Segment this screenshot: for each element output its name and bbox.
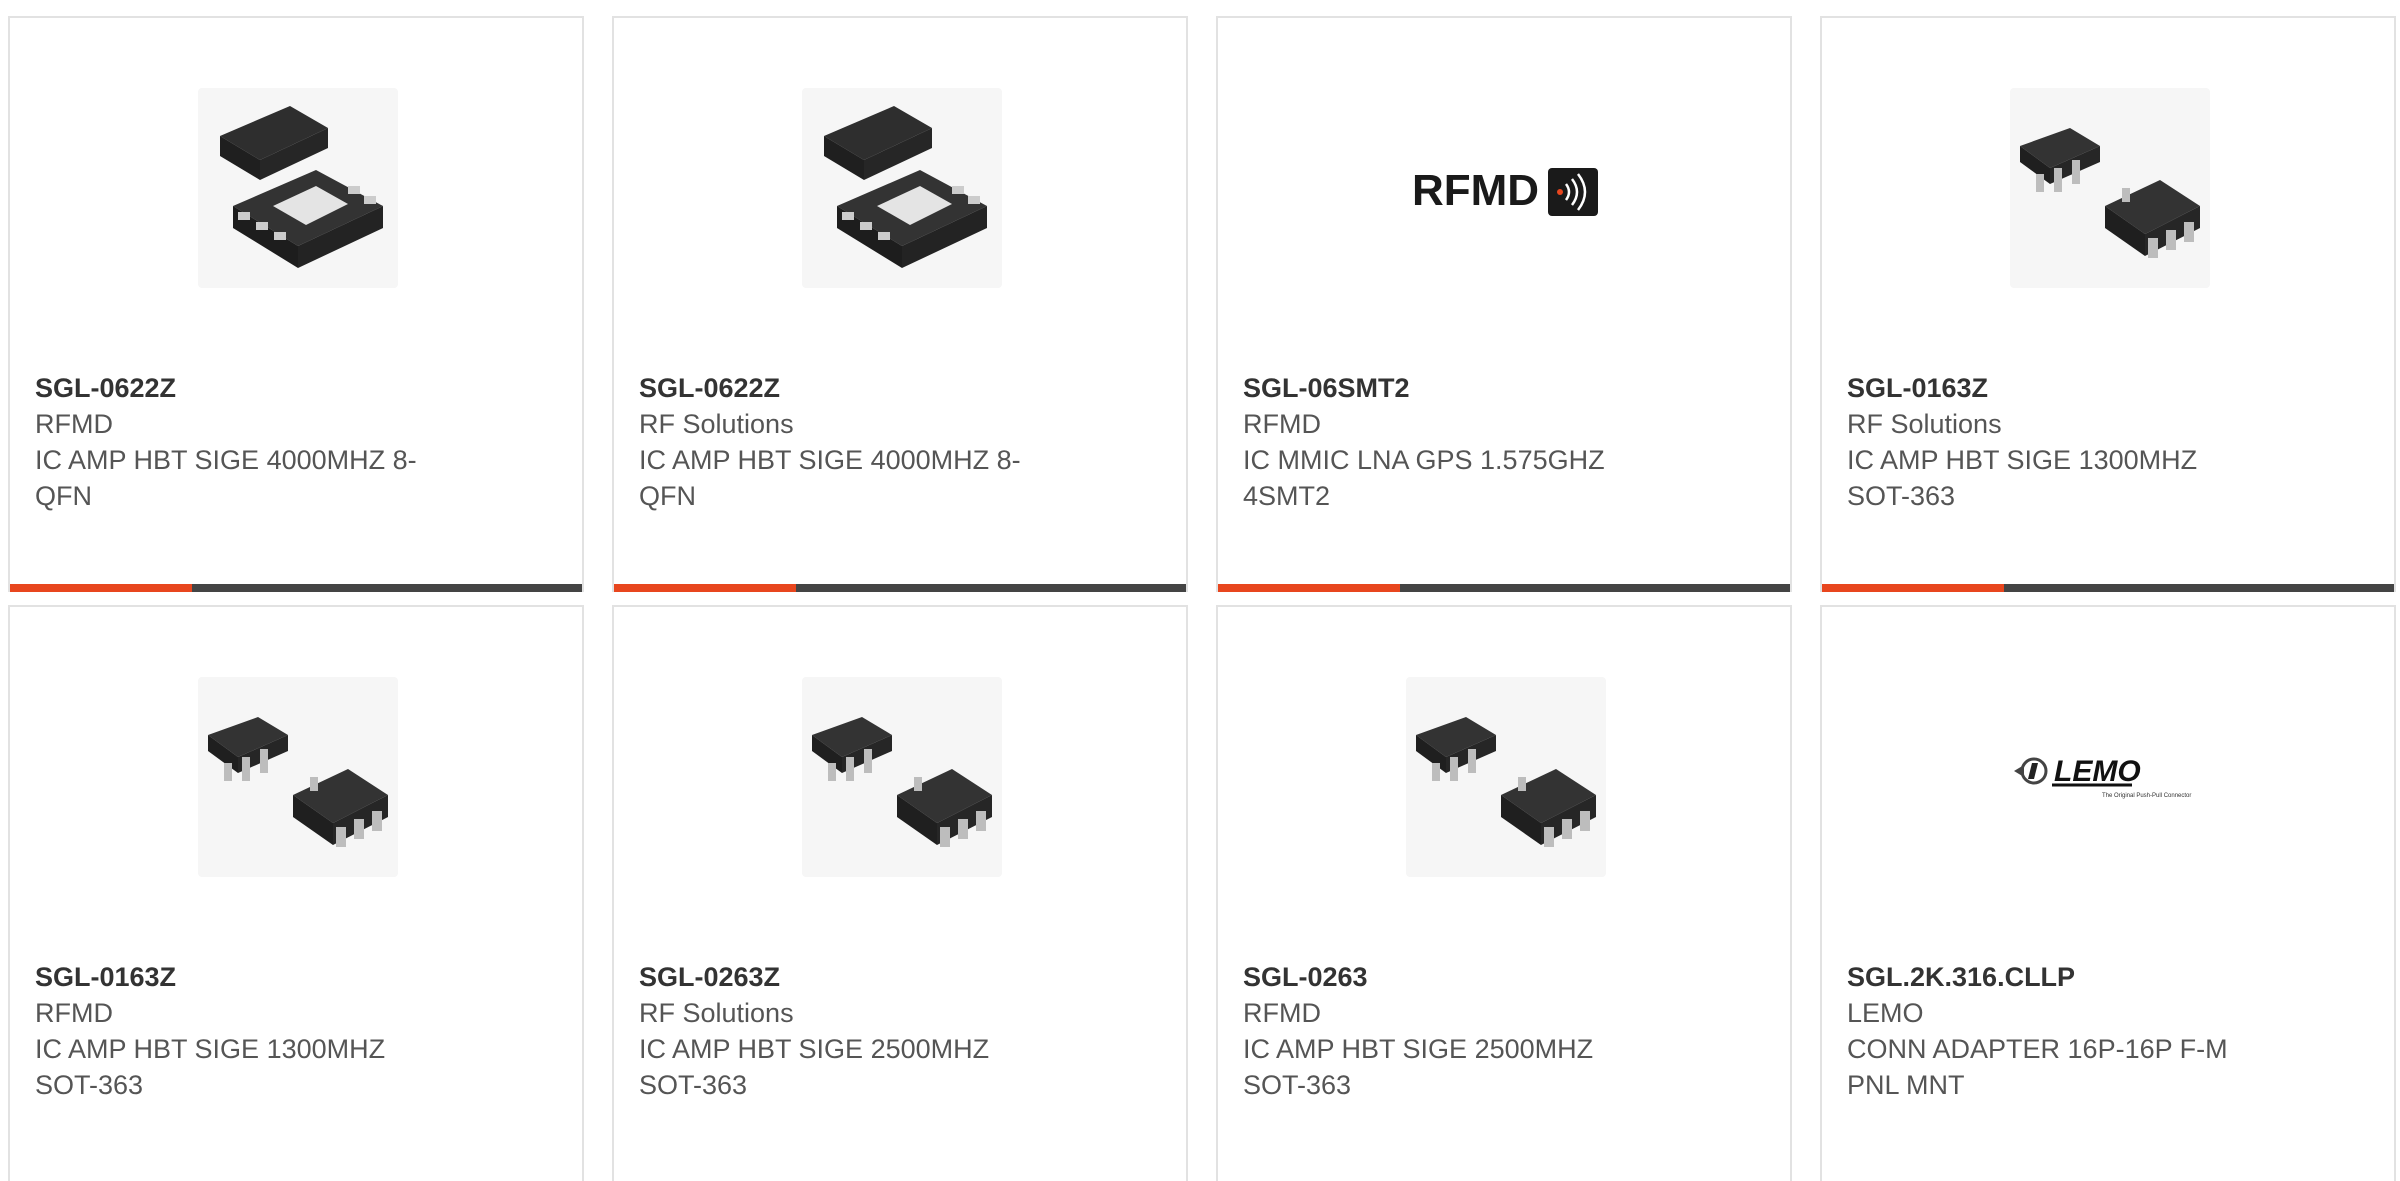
manufacturer: RF Solutions: [1847, 409, 2002, 439]
part-number[interactable]: SGL-0622Z: [639, 370, 1079, 406]
card-bottom-bar: [1218, 584, 1790, 592]
description-line-2: QFN: [639, 481, 696, 511]
manufacturer: RF Solutions: [639, 998, 794, 1028]
rfmd-logo: RFMD: [1406, 88, 1606, 288]
part-number[interactable]: SGL-0263: [1243, 959, 1683, 995]
manufacturer: RFMD: [1243, 409, 1321, 439]
product-card[interactable]: SGL-0263 RFMD IC AMP HBT SIGE 2500MHZ SO…: [1216, 605, 1792, 1181]
qfn-8-package-icon: [198, 88, 398, 288]
product-card[interactable]: LEMO The Original Push-Pull Connector SG…: [1820, 605, 2396, 1181]
description-line-1: IC AMP HBT SIGE 1300MHZ: [1847, 445, 2198, 475]
product-card[interactable]: SGL-0622Z RF Solutions IC AMP HBT SIGE 4…: [612, 16, 1188, 592]
card-accent-bar: [614, 584, 796, 592]
part-number[interactable]: SGL-0163Z: [35, 959, 475, 995]
card-accent-bar: [1218, 584, 1400, 592]
description-line-1: IC AMP HBT SIGE 2500MHZ: [639, 1034, 990, 1064]
card-bottom-bar: [10, 584, 582, 592]
manufacturer: RFMD: [35, 409, 113, 439]
description-line-2: SOT-363: [639, 1070, 748, 1100]
description-line-2: SOT-363: [35, 1070, 144, 1100]
product-card[interactable]: SGL-0622Z RFMD IC AMP HBT SIGE 4000MHZ 8…: [8, 16, 584, 592]
qfn-8-package-icon: [802, 88, 1002, 288]
product-card[interactable]: SGL-0263Z RF Solutions IC AMP HBT SIGE 2…: [612, 605, 1188, 1181]
logo-text: LEMO: [2054, 755, 2141, 788]
part-number[interactable]: SGL-0263Z: [639, 959, 1079, 995]
lemo-logo: LEMO The Original Push-Pull Connector: [2010, 677, 2210, 877]
manufacturer: RF Solutions: [639, 409, 794, 439]
product-grid: SGL-0622Z RFMD IC AMP HBT SIGE 4000MHZ 8…: [0, 0, 2400, 1181]
part-number[interactable]: SGL-0163Z: [1847, 370, 2287, 406]
description-line-1: IC AMP HBT SIGE 2500MHZ: [1243, 1034, 1594, 1064]
card-bottom-bar: [614, 584, 1186, 592]
sot-363-package-icon: [198, 677, 398, 877]
logo-text: RFMD: [1412, 166, 1539, 215]
description-line-2: QFN: [35, 481, 92, 511]
part-number[interactable]: SGL.2K.316.CLLP: [1847, 959, 2287, 995]
card-accent-bar: [1822, 584, 2004, 592]
product-card[interactable]: RFMD SGL-06SMT2 RFMD IC MMIC LNA GPS 1.5…: [1216, 16, 1792, 592]
manufacturer: RFMD: [35, 998, 113, 1028]
manufacturer: LEMO: [1847, 998, 1924, 1028]
part-number[interactable]: SGL-0622Z: [35, 370, 475, 406]
description-line-1: IC MMIC LNA GPS 1.575GHZ: [1243, 445, 1605, 475]
description-line-1: IC AMP HBT SIGE 1300MHZ: [35, 1034, 386, 1064]
part-number[interactable]: SGL-06SMT2: [1243, 370, 1683, 406]
card-accent-bar: [10, 584, 192, 592]
logo-tagline: The Original Push-Pull Connector: [2102, 793, 2191, 799]
sot-363-package-icon: [802, 677, 1002, 877]
description-line-2: 4SMT2: [1243, 481, 1331, 511]
description-line-2: SOT-363: [1243, 1070, 1352, 1100]
sot-363-package-icon: [1406, 677, 1606, 877]
description-line-2: PNL MNT: [1847, 1070, 1965, 1100]
description-line-1: CONN ADAPTER 16P-16P F-M: [1847, 1034, 2228, 1064]
description-line-1: IC AMP HBT SIGE 4000MHZ 8-: [35, 445, 417, 475]
description-line-1: IC AMP HBT SIGE 4000MHZ 8-: [639, 445, 1021, 475]
product-card[interactable]: SGL-0163Z RFMD IC AMP HBT SIGE 1300MHZ S…: [8, 605, 584, 1181]
description-line-2: SOT-363: [1847, 481, 1956, 511]
card-bottom-bar: [1822, 584, 2394, 592]
sot-363-package-icon: [2010, 88, 2210, 288]
manufacturer: RFMD: [1243, 998, 1321, 1028]
product-card[interactable]: SGL-0163Z RF Solutions IC AMP HBT SIGE 1…: [1820, 16, 2396, 592]
